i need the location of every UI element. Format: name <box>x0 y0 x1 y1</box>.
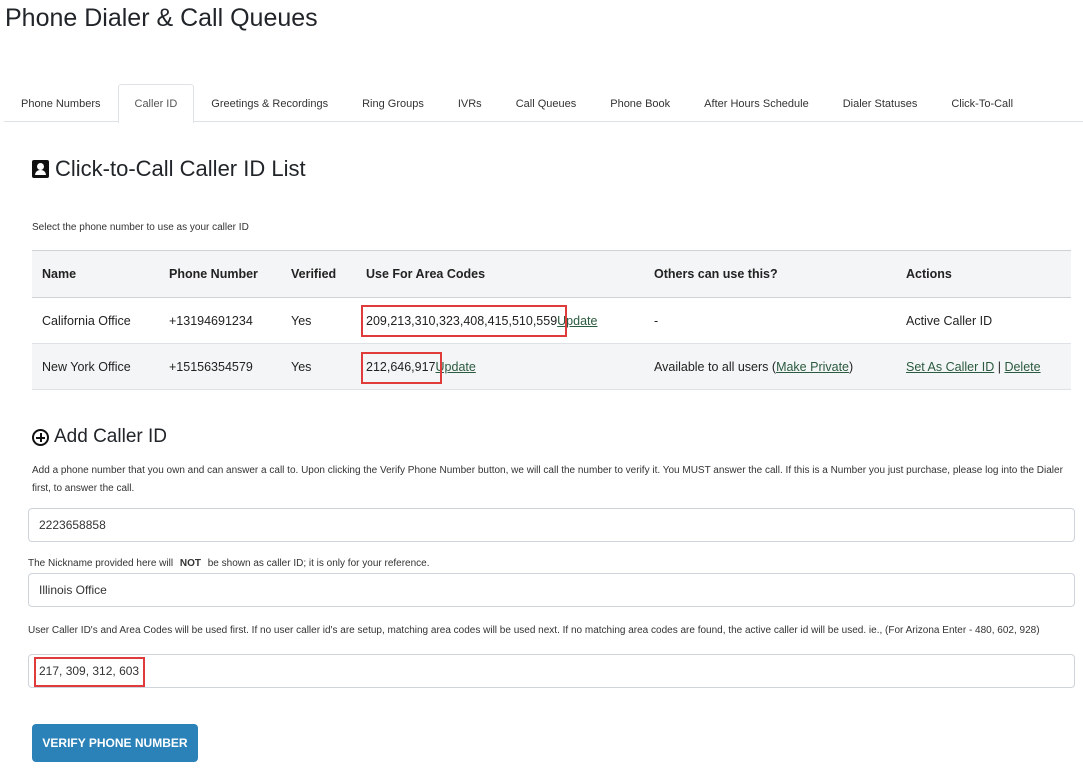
col-name: Name <box>32 250 159 298</box>
table-row: New York Office +15156354579 Yes 212,646… <box>32 343 1071 390</box>
tab-after-hours-schedule[interactable]: After Hours Schedule <box>687 84 826 122</box>
update-area-codes-link[interactable]: Update <box>557 314 597 328</box>
tab-dialer-statuses[interactable]: Dialer Statuses <box>826 84 935 122</box>
set-as-caller-id-link[interactable]: Set As Caller ID <box>906 360 994 374</box>
col-actions: Actions <box>896 250 1071 298</box>
caller-name: California Office <box>32 297 159 344</box>
add-caller-id-description: Add a phone number that you own and can … <box>32 465 1063 494</box>
caller-others: Available to all users (Make Private) <box>644 343 896 390</box>
nickname-input[interactable] <box>28 573 1075 607</box>
verify-phone-number-button[interactable]: VERIFY PHONE NUMBER <box>32 724 198 762</box>
area-codes-note: User Caller ID's and Area Codes will be … <box>28 625 1040 636</box>
tab-ring-groups[interactable]: Ring Groups <box>345 84 441 122</box>
caller-area-codes: 209,213,310,323,408,415,510,559 <box>366 313 558 328</box>
caller-id-table: Name Phone Number Verified Use For Area … <box>32 250 1071 390</box>
table-header-row: Name Phone Number Verified Use For Area … <box>32 250 1071 298</box>
caller-id-list-heading: Click-to-Call Caller ID List <box>32 156 306 182</box>
nickname-note-suffix: be shown as caller ID; it is only for yo… <box>207 558 430 569</box>
caller-id-list-title: Click-to-Call Caller ID List <box>55 156 306 181</box>
col-others-can-use: Others can use this? <box>644 250 896 298</box>
caller-action-status: Active Caller ID <box>896 297 1071 344</box>
delete-link[interactable]: Delete <box>1004 360 1040 374</box>
update-area-codes-link[interactable]: Update <box>436 360 476 374</box>
caller-area-codes: 212,646,917 <box>366 359 436 374</box>
others-close-paren: ) <box>849 359 854 374</box>
tab-ivrs[interactable]: IVRs <box>441 84 499 122</box>
phone-number-input[interactable] <box>28 508 1075 542</box>
col-phone-number: Phone Number <box>159 250 281 298</box>
caller-name: New York Office <box>32 343 159 390</box>
plus-circle-icon <box>32 428 49 446</box>
tab-phone-numbers[interactable]: Phone Numbers <box>4 84 118 122</box>
table-row: California Office +13194691234 Yes 209,2… <box>32 297 1071 344</box>
nickname-note-emphasis: NOT <box>179 558 201 569</box>
area-codes-input[interactable] <box>28 654 1075 688</box>
col-verified: Verified <box>281 250 356 298</box>
caller-verified: Yes <box>281 297 356 344</box>
caller-phone: +15156354579 <box>159 343 281 390</box>
caller-area-codes-cell: 209,213,310,323,408,415,510,559Update <box>356 297 644 344</box>
page-title: Phone Dialer & Call Queues <box>5 4 318 32</box>
others-availability-text: Available to all users ( <box>654 359 777 374</box>
add-caller-id-title: Add Caller ID <box>54 426 167 447</box>
make-private-link[interactable]: Make Private <box>776 360 849 374</box>
tab-caller-id[interactable]: Caller ID <box>117 84 195 123</box>
tab-call-queues[interactable]: Call Queues <box>499 84 594 122</box>
caller-actions: Set As Caller ID | Delete <box>896 343 1071 390</box>
tab-click-to-call[interactable]: Click-To-Call <box>934 84 1030 122</box>
nickname-note: The Nickname provided here will NOT be s… <box>28 558 430 569</box>
caller-phone: +13194691234 <box>159 297 281 344</box>
caller-id-instruction: Select the phone number to use as your c… <box>32 222 249 233</box>
caller-others: - <box>644 297 896 344</box>
nickname-note-prefix: The Nickname provided here will <box>28 558 174 569</box>
contact-card-icon <box>32 160 49 178</box>
tab-bar: Phone Numbers Caller ID Greetings & Reco… <box>4 84 1083 123</box>
tab-greetings-recordings[interactable]: Greetings & Recordings <box>194 84 345 122</box>
action-separator: | <box>997 359 1001 374</box>
caller-area-codes-cell: 212,646,917Update <box>356 343 644 390</box>
caller-verified: Yes <box>281 343 356 390</box>
add-caller-id-heading: Add Caller ID <box>32 426 167 448</box>
col-area-codes: Use For Area Codes <box>356 250 644 298</box>
tab-phone-book[interactable]: Phone Book <box>593 84 687 122</box>
